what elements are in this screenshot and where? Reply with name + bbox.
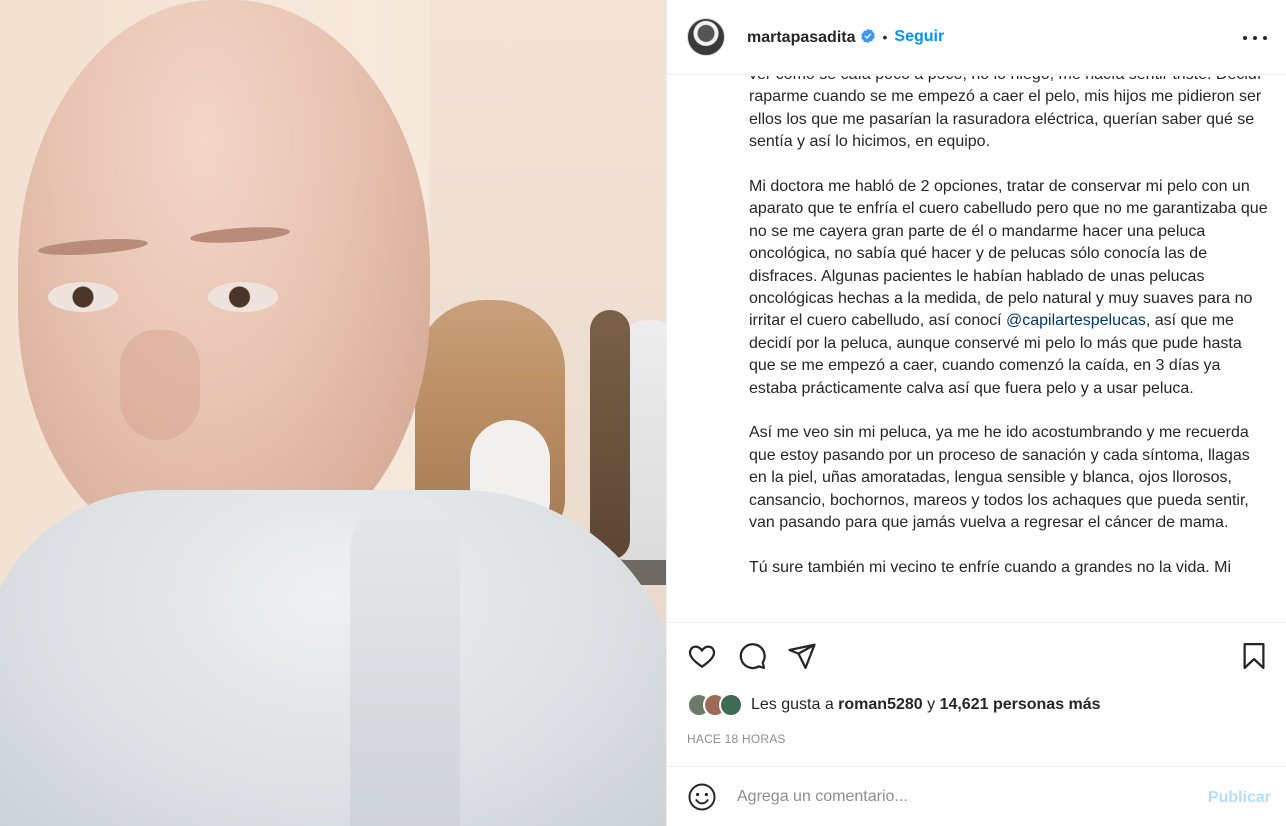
- photo-eye: [208, 282, 278, 312]
- emoji-icon[interactable]: [687, 782, 717, 812]
- caption-scroll-area[interactable]: ver cómo se caía poco a poco, no lo nieg…: [667, 76, 1286, 622]
- username-text[interactable]: martapasadita: [747, 29, 856, 46]
- separator-dot: •: [882, 29, 888, 45]
- username[interactable]: martapasadita: [747, 28, 876, 47]
- comment-icon[interactable]: [737, 641, 767, 671]
- caption-paragraph: ver cómo se caía poco a poco, no lo nieg…: [749, 76, 1262, 151]
- photo-head: [18, 0, 430, 560]
- likes-text: Les gusta a roman5280 y 14,621 personas …: [751, 696, 1101, 714]
- instagram-post: martapasadita • Seguir ver cómo se caía …: [0, 0, 1286, 826]
- mention-link[interactable]: @capilartespelucas: [1006, 312, 1146, 329]
- photo-robe: [0, 490, 666, 826]
- likes-row: Les gusta a roman5280 y 14,621 personas …: [687, 690, 1101, 720]
- send-icon[interactable]: [787, 641, 817, 671]
- likes-count[interactable]: 14,621 personas más: [940, 696, 1101, 713]
- likes-middle: y: [922, 696, 940, 713]
- liker-avatar[interactable]: [719, 693, 743, 717]
- photo-eye: [48, 282, 118, 312]
- caption-paragraph: Tú sure también mi vecino te enfríe cuan…: [749, 558, 1232, 576]
- timestamp[interactable]: HACE 18 HORAS: [687, 732, 786, 746]
- photo-wig-dark: [590, 310, 630, 560]
- heart-icon[interactable]: [687, 641, 717, 671]
- post-header: martapasadita • Seguir: [667, 0, 1286, 75]
- bookmark-icon[interactable]: [1239, 641, 1269, 671]
- caption-paragraph: Mi doctora me habló de 2 opciones, trata…: [749, 176, 1269, 400]
- action-bar: [667, 622, 1286, 688]
- caption-text: Mi doctora me habló de 2 opciones, trata…: [749, 178, 1268, 330]
- verified-badge-icon: [860, 28, 875, 43]
- more-options-icon[interactable]: [1243, 26, 1267, 50]
- caption-paragraph: Así me veo sin mi peluca, ya me he ido a…: [749, 424, 1250, 532]
- liker-username[interactable]: roman5280: [838, 696, 923, 713]
- comment-bar: Publicar: [667, 766, 1286, 826]
- photo-robe-fold: [350, 495, 460, 826]
- avatar[interactable]: [687, 18, 725, 56]
- post-photo: [0, 0, 666, 826]
- post-side-panel: martapasadita • Seguir ver cómo se caía …: [666, 0, 1286, 826]
- follow-button[interactable]: Seguir: [894, 28, 944, 46]
- publish-button[interactable]: Publicar: [1208, 789, 1271, 807]
- comment-input[interactable]: [735, 786, 1175, 807]
- photo-nose: [120, 330, 200, 440]
- likes-prefix: Les gusta a: [751, 696, 839, 713]
- caption: ver cómo se caía poco a poco, no lo nieg…: [749, 76, 1269, 602]
